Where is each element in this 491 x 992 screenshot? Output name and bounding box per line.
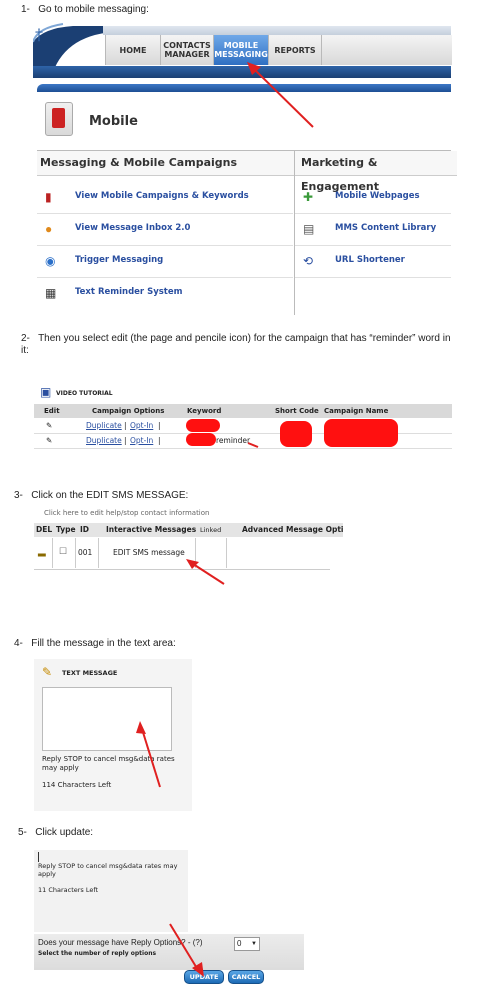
tab-contacts-manager[interactable]: CONTACTS MANAGER <box>160 35 213 65</box>
annotation-arrow <box>186 559 225 585</box>
menu-item-message-inbox[interactable]: ● View Message Inbox 2.0 <box>37 213 293 246</box>
screenshot-text-message: ✎ TEXT MESSAGE Reply STOP to cancel msg&… <box>34 659 192 811</box>
tab-reports[interactable]: REPORTS <box>268 35 321 65</box>
separator: | <box>124 421 127 430</box>
mobile-phone-icon <box>45 102 73 136</box>
chevron-down-icon: ▼ <box>251 941 257 947</box>
edit-page-pencil-icon[interactable]: ✎ <box>46 434 52 448</box>
screenshot-interactive-messages: Click here to edit help/stop contact inf… <box>34 509 344 585</box>
calendar-clock-icon: ▦ <box>45 286 57 300</box>
redacted-block <box>280 421 312 447</box>
step-number: 5- <box>18 827 27 838</box>
message-textarea[interactable]: Reply STOP to cancel msg&data rates may … <box>34 850 188 932</box>
tab-home[interactable]: HOME <box>105 35 160 65</box>
edit-sms-message-link[interactable]: EDIT SMS message <box>113 548 185 557</box>
video-tutorial-label[interactable]: VIDEO TUTORIAL <box>56 390 113 397</box>
screenshot-update: Reply STOP to cancel msg&data rates may … <box>34 850 304 990</box>
col-interactive-messages: Interactive Messages <box>106 523 197 537</box>
svg-text:†: † <box>35 25 43 44</box>
link-icon: ⟲ <box>303 254 314 268</box>
reply-stop-notice: Reply STOP to cancel msg&data rates may … <box>38 862 178 878</box>
text-cursor <box>38 852 39 862</box>
duplicate-link[interactable]: Duplicate <box>86 434 122 448</box>
step-text: Then you select edit (the page and penci… <box>21 333 451 356</box>
col-campaign-name: Campaign Name <box>324 404 389 418</box>
optin-link[interactable]: Opt-In <box>130 419 153 433</box>
message-id: 001 <box>78 548 93 557</box>
step-text: Fill the message in the text area: <box>31 638 176 649</box>
top-note[interactable]: Click here to edit help/stop contact inf… <box>44 509 209 517</box>
col-del: DEL <box>36 523 53 537</box>
col-id: ID <box>80 523 90 537</box>
annotation-arrow <box>247 62 314 128</box>
step-5: 5- Click update: <box>18 827 93 838</box>
col-edit: Edit <box>44 404 60 418</box>
col-campaign-options: Campaign Options <box>92 404 165 418</box>
menu-item-url-shortener[interactable]: ⟲ URL Shortener <box>295 245 451 278</box>
col-linked: Linked <box>200 523 222 537</box>
nav-bar <box>33 66 451 78</box>
reply-options-select[interactable]: 0 ▼ <box>234 937 260 951</box>
library-icon: ▤ <box>303 222 315 236</box>
menu-item-mms-library[interactable]: ▤ MMS Content Library <box>295 213 451 246</box>
redacted-block <box>186 433 216 446</box>
video-tutorial-row: ▣ VIDEO TUTORIAL <box>34 383 452 403</box>
reply-options-label: Select the number of reply options <box>38 950 157 957</box>
annotation-arrow <box>136 721 161 788</box>
step-2: 2- Then you select edit (the page and pe… <box>21 333 461 357</box>
step-number: 2- <box>21 333 30 344</box>
screenshot-mobile-messaging-menu: † HOME CONTACTS MANAGER MOBILE MESSAGING… <box>33 22 457 315</box>
annotation-arrow <box>169 923 204 977</box>
step-3: 3- Click on the EDIT SMS MESSAGE: <box>14 490 188 501</box>
delete-trash-icon[interactable]: ▂ <box>38 546 46 557</box>
menu-item-view-campaigns[interactable]: ▮ View Mobile Campaigns & Keywords <box>37 181 293 214</box>
screenshot-campaign-list: ▣ VIDEO TUTORIAL Edit Campaign Options K… <box>34 383 452 449</box>
col-keyword: Keyword <box>187 404 222 418</box>
col-short-code: Short Code <box>275 404 319 418</box>
optin-link[interactable]: Opt-In <box>130 434 153 448</box>
col-header-messaging: Messaging & Mobile Campaigns <box>37 151 296 176</box>
separator: | <box>158 436 161 445</box>
notepad-pencil-icon: ✎ <box>42 665 53 679</box>
text-message-title: TEXT MESSAGE <box>62 669 118 677</box>
step-number: 4- <box>14 638 23 649</box>
step-text: Go to mobile messaging: <box>38 4 149 15</box>
col-type: Type <box>56 523 76 537</box>
step-number: 1- <box>21 4 30 15</box>
type-box-icon: ☐ <box>59 546 68 556</box>
col-advanced-message-options: Advanced Message Opti <box>242 523 344 537</box>
video-icon: ▣ <box>40 385 52 399</box>
nav-filler <box>321 35 452 65</box>
step-text: Click on the EDIT SMS MESSAGE: <box>31 490 189 501</box>
menu-item-mobile-webpages[interactable]: ✚ Mobile Webpages <box>295 181 451 214</box>
characters-left: 11 Characters Left <box>38 886 99 894</box>
col-header-marketing: Marketing & Engagement <box>295 151 457 193</box>
step-4: 4- Fill the message in the text area: <box>14 638 176 649</box>
section-title: Mobile <box>89 114 138 129</box>
step-text: Click update: <box>35 827 94 838</box>
step-number: 3- <box>14 490 23 501</box>
duplicate-link[interactable]: Duplicate <box>86 419 122 433</box>
phone-icon: ▮ <box>45 190 52 204</box>
trigger-icon: ◉ <box>45 254 56 268</box>
tab-mobile-messaging[interactable]: MOBILE MESSAGING <box>213 35 268 65</box>
characters-left: 114 Characters Left <box>42 781 112 789</box>
cancel-button[interactable]: CANCEL <box>228 970 264 984</box>
menu-item-text-reminder[interactable]: ▦ Text Reminder System <box>37 277 293 309</box>
step-1: 1- Go to mobile messaging: <box>21 4 149 15</box>
separator: | <box>124 436 127 445</box>
separator: | <box>158 421 161 430</box>
redacted-block <box>186 419 220 432</box>
menu-item-trigger-messaging[interactable]: ◉ Trigger Messaging <box>37 245 293 278</box>
chat-bubble-icon: ● <box>45 222 53 236</box>
menu-grid: Messaging & Mobile Campaigns Marketing &… <box>37 150 457 315</box>
edit-page-pencil-icon[interactable]: ✎ <box>46 419 52 433</box>
annotation-arrow <box>247 442 259 448</box>
add-page-icon: ✚ <box>303 190 314 204</box>
redacted-block <box>324 419 398 447</box>
